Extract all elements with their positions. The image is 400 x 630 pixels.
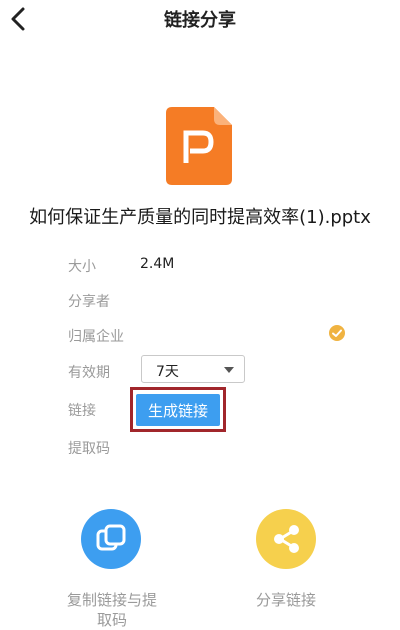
top-bar: 链接分享 bbox=[0, 0, 400, 40]
extraction-code-label: 提取码 bbox=[68, 441, 110, 457]
ppt-file-icon bbox=[166, 107, 232, 185]
share-link-label[interactable]: 分享链接 bbox=[236, 590, 336, 610]
file-name: 如何保证生产质量的同时提高效率(1).pptx bbox=[29, 207, 371, 228]
share-link-button[interactable] bbox=[256, 509, 316, 569]
copy-link-label[interactable]: 复制链接与提取码 bbox=[60, 590, 164, 630]
validity-select[interactable]: 7天 bbox=[141, 355, 245, 383]
copy-icon bbox=[96, 524, 126, 551]
size-value: 2.4M bbox=[140, 256, 175, 272]
enterprise-label: 归属企业 bbox=[68, 329, 124, 345]
size-label: 大小 bbox=[68, 259, 96, 275]
copy-link-button[interactable] bbox=[81, 509, 141, 569]
link-label: 链接 bbox=[68, 403, 96, 419]
page-title: 链接分享 bbox=[164, 10, 236, 31]
chevron-down-icon bbox=[224, 367, 234, 373]
validity-label: 有效期 bbox=[68, 365, 110, 381]
share-icon bbox=[274, 525, 299, 553]
sharer-label: 分享者 bbox=[68, 294, 110, 310]
verified-check-icon bbox=[329, 325, 345, 341]
validity-select-value: 7天 bbox=[156, 364, 179, 380]
generate-link-button[interactable]: 生成链接 bbox=[136, 394, 220, 426]
